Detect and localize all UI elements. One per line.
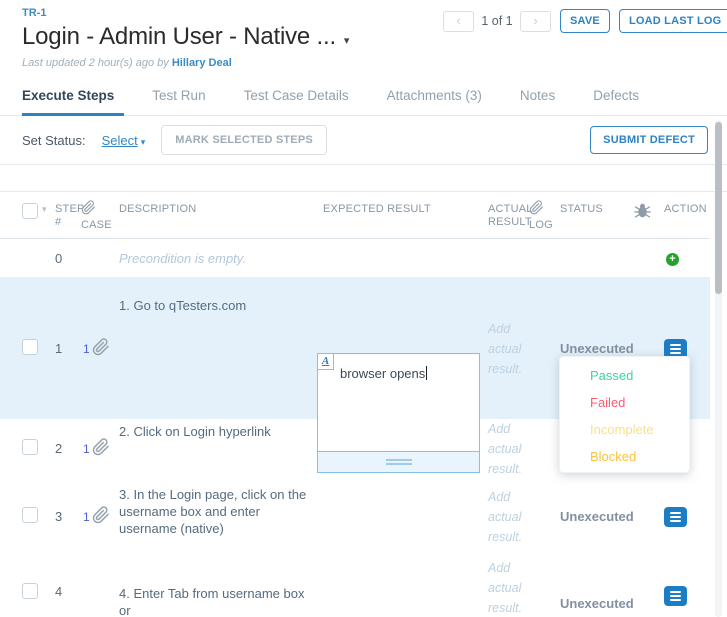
test-execution-panel: TR-1 Login - Admin User - Native ... ▾ L… — [0, 0, 727, 617]
status-option-incomplete[interactable]: Incomplete — [560, 416, 689, 443]
status-label: Unexecuted — [560, 341, 634, 356]
step-description: 2. Click on Login hyperlink — [119, 424, 271, 439]
step-number: 1 — [55, 341, 63, 356]
header-status: STATUS — [560, 203, 603, 215]
tab-attachments[interactable]: Attachments (3) — [387, 82, 492, 115]
save-button[interactable]: SAVE — [560, 9, 610, 33]
row-action-menu-button[interactable] — [664, 586, 687, 606]
step-description: 1. Go to qTesters.com — [119, 298, 247, 313]
step-number: 4 — [55, 584, 63, 599]
table-row-step-3: 3 1 3. In the Login page, click on the u… — [0, 478, 710, 555]
toolbar-spacer — [0, 165, 727, 192]
row-checkbox[interactable] — [22, 339, 38, 355]
status-label: Unexecuted — [560, 509, 634, 524]
page-title: Login - Admin User - Native ... — [22, 23, 336, 50]
step-description: 3. In the Login page, click on the usern… — [119, 487, 307, 536]
text-cursor — [426, 365, 428, 380]
bug-icon — [634, 192, 656, 222]
step-number: 0 — [55, 250, 63, 266]
status-label: Unexecuted — [560, 596, 634, 611]
actual-result-placeholder[interactable]: Add actual result. — [488, 487, 529, 547]
header-description: DESCRIPTION — [119, 203, 197, 215]
status-dropdown-menu: Passed Failed Incomplete Blocked — [559, 356, 690, 473]
tab-bar: Execute Steps Test Run Test Case Details… — [0, 82, 727, 116]
load-last-log-button[interactable]: LOAD LAST LOG — [618, 9, 727, 33]
tab-test-case-details[interactable]: Test Case Details — [244, 82, 359, 115]
submit-defect-button[interactable]: SUBMIT DEFECT — [590, 126, 708, 154]
status-select-label: Select — [101, 132, 138, 148]
tab-defects[interactable]: Defects — [593, 82, 649, 115]
expected-result-text[interactable]: browser opens — [340, 366, 425, 381]
header-case: CASE — [81, 192, 119, 232]
paperclip-icon — [529, 200, 544, 219]
case-link[interactable]: 1 — [83, 510, 90, 524]
toolbar: Set Status: Select ▾ MARK SELECTED STEPS … — [0, 116, 727, 165]
status-option-blocked[interactable]: Blocked — [560, 443, 689, 470]
last-updated-prefix: Last updated 2 hour(s) ago by — [22, 57, 169, 69]
updated-by-user-link[interactable]: Hillary Deal — [172, 57, 232, 69]
status-option-failed[interactable]: Failed — [560, 389, 689, 416]
tab-test-run[interactable]: Test Run — [152, 82, 215, 115]
step-description: 4. Enter Tab from username box or — [119, 586, 305, 617]
select-all-checkbox[interactable] — [22, 203, 38, 219]
table-header: ▾ STEP # CASE DESCRIPTION EXPECTED RESULT… — [0, 192, 710, 239]
row-checkbox[interactable] — [22, 507, 38, 523]
paperclip-icon — [81, 200, 96, 219]
scrollbar-thumb[interactable] — [715, 122, 722, 294]
chevron-right-icon: › — [533, 13, 538, 28]
actual-result-placeholder[interactable]: Add actual result. — [488, 558, 529, 617]
attachment-paperclip-icon[interactable] — [92, 506, 110, 527]
top-controls: ‹ 1 of 1 › SAVE LOAD LAST LOG ? — [443, 9, 727, 33]
tab-notes[interactable]: Notes — [520, 82, 565, 115]
header-actual-result: ACTUAL RESULT — [488, 203, 533, 228]
actual-result-placeholder[interactable]: Add actual result. — [488, 419, 529, 479]
next-page-button[interactable]: › — [520, 10, 551, 32]
select-all-caret-icon[interactable]: ▾ — [42, 203, 47, 219]
header-action: ACTION — [664, 203, 707, 215]
table-row-step-4: 4 4. Enter Tab from username box or Add … — [0, 555, 710, 617]
case-link[interactable]: 1 — [83, 342, 90, 356]
set-status-label: Set Status: — [22, 132, 86, 148]
mark-selected-steps-button[interactable]: MARK SELECTED STEPS — [161, 125, 327, 155]
row-action-menu-button[interactable] — [664, 506, 687, 527]
header-log: LOG — [529, 192, 556, 232]
header-expected-result: EXPECTED RESULT — [323, 203, 431, 215]
attachment-paperclip-icon[interactable] — [92, 338, 110, 359]
last-updated-text: Last updated 2 hour(s) ago by Hillary De… — [22, 57, 727, 69]
chevron-left-icon: ‹ — [456, 13, 461, 28]
status-select-dropdown[interactable]: Select ▾ — [102, 133, 146, 148]
table-row-precondition: 0 Precondition is empty. + — [0, 239, 710, 278]
actual-result-placeholder[interactable]: Add actual result. — [488, 319, 529, 379]
case-link[interactable]: 1 — [83, 442, 90, 456]
header-step: STEP # — [55, 203, 85, 228]
tab-execute-steps[interactable]: Execute Steps — [22, 82, 125, 116]
chevron-down-icon: ▾ — [140, 136, 146, 147]
page-indicator: 1 of 1 — [481, 14, 513, 28]
row-checkbox[interactable] — [22, 439, 38, 455]
title-caret-icon[interactable]: ▾ — [344, 34, 350, 47]
prev-page-button[interactable]: ‹ — [443, 10, 474, 32]
row-checkbox[interactable] — [22, 583, 38, 599]
step-number: 2 — [55, 441, 63, 456]
editor-resize-handle[interactable] — [318, 450, 479, 472]
attachment-paperclip-icon[interactable] — [92, 438, 110, 459]
precondition-text: Precondition is empty. — [119, 250, 246, 266]
step-number: 3 — [55, 509, 63, 524]
editor-format-badge[interactable]: A — [318, 353, 334, 370]
add-precondition-button[interactable]: + — [666, 252, 679, 266]
expected-result-editor[interactable]: A browser opens — [317, 352, 480, 473]
status-option-passed[interactable]: Passed — [560, 362, 689, 389]
